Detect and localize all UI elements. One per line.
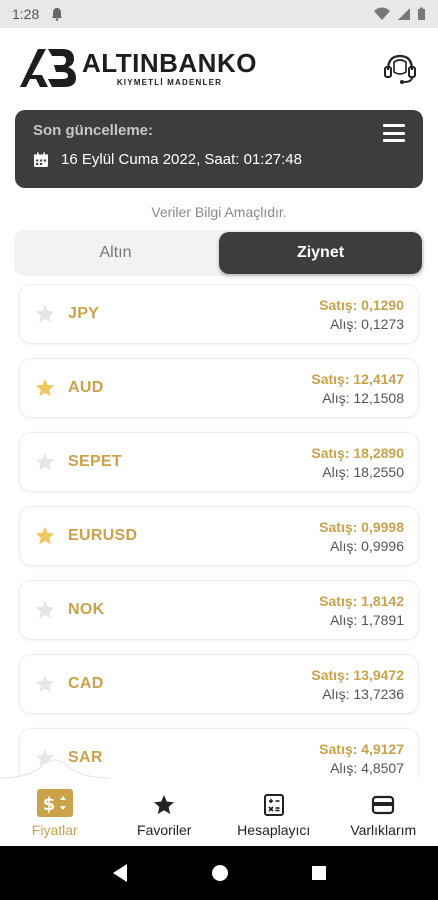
back-icon[interactable] xyxy=(111,863,129,883)
home-icon[interactable] xyxy=(211,864,229,882)
currency-code: JPY xyxy=(68,305,100,322)
sell-price: Satış: 0,1290 xyxy=(319,296,404,313)
currency-code: EURUSD xyxy=(68,527,138,544)
nav-varliklarim[interactable]: Varlıklarım xyxy=(329,778,438,846)
list-item[interactable]: CAD Satış: 13,9472 Alış: 13,7236 xyxy=(19,654,419,714)
signal-icon xyxy=(398,8,410,20)
hamburger-menu-icon[interactable] xyxy=(383,124,405,142)
category-tabs: Altın Ziynet xyxy=(14,230,424,276)
svg-text:$: $ xyxy=(42,794,55,815)
list-item[interactable]: EURUSD Satış: 0,9998 Alış: 0,9996 xyxy=(19,506,419,566)
dollar-tag-icon: $ xyxy=(36,789,73,817)
price-list: JPY Satış: 0,1290 Alış: 0,1273 AUD Satış… xyxy=(0,284,438,784)
last-update-datetime: 16 Eylül Cuma 2022, Saat: 01:27:48 xyxy=(61,151,302,168)
currency-code: CAD xyxy=(68,675,104,692)
last-update-card: Son güncelleme: 16 Eylül Cuma 2022, Saat… xyxy=(15,110,423,188)
currency-code: SEPET xyxy=(68,453,122,470)
buy-price: Alış: 1,7891 xyxy=(330,611,404,628)
system-navigation-bar xyxy=(0,846,438,900)
status-bar: 1:28 xyxy=(0,0,438,28)
tab-ziynet[interactable]: Ziynet xyxy=(219,232,422,274)
sell-price: Satış: 4,9127 xyxy=(319,740,404,757)
calendar-icon xyxy=(34,152,48,167)
brand-tagline: KIYMETLİ MADENLER xyxy=(116,77,223,87)
list-item[interactable]: AUD Satış: 12,4147 Alış: 12,1508 xyxy=(19,358,419,418)
star-icon[interactable] xyxy=(34,303,56,325)
currency-code: NOK xyxy=(68,601,105,618)
list-item[interactable]: JPY Satış: 0,1290 Alış: 0,1273 xyxy=(19,284,419,344)
buy-price: Alış: 0,1273 xyxy=(330,315,404,332)
nav-label: Fiyatlar xyxy=(31,822,78,838)
star-icon xyxy=(154,795,175,814)
sell-price: Satış: 13,9472 xyxy=(311,666,404,683)
nav-favoriler[interactable]: Favoriler xyxy=(110,778,220,846)
buy-price: Alış: 12,1508 xyxy=(322,389,404,406)
wallet-icon xyxy=(372,795,395,815)
list-item[interactable]: NOK Satış: 1,8142 Alış: 1,7891 xyxy=(19,580,419,640)
star-icon[interactable] xyxy=(34,451,56,473)
support-headset-icon[interactable] xyxy=(380,48,420,88)
star-icon[interactable] xyxy=(34,599,56,621)
sell-price: Satış: 12,4147 xyxy=(311,370,404,387)
star-icon[interactable] xyxy=(34,673,56,695)
list-item[interactable]: SEPET Satış: 18,2890 Alış: 18,2550 xyxy=(19,432,419,492)
bottom-navigation: $ Fiyatlar Favoriler Hesaplayıcı Varlıkl… xyxy=(0,759,438,846)
brand-name: ALTINBANKO xyxy=(82,47,257,78)
status-time: 1:28 xyxy=(12,6,40,22)
nav-label: Varlıklarım xyxy=(350,822,417,838)
notification-bell-icon xyxy=(52,8,63,21)
nav-hesaplayici[interactable]: Hesaplayıcı xyxy=(219,778,329,846)
info-disclaimer: Veriler Bilgi Amaçlıdır. xyxy=(151,204,287,220)
buy-price: Alış: 4,8507 xyxy=(330,759,404,776)
last-update-title: Son güncelleme: xyxy=(33,122,154,139)
sell-price: Satış: 18,2890 xyxy=(311,444,404,461)
battery-icon xyxy=(418,7,425,20)
star-icon[interactable] xyxy=(34,377,56,399)
sell-price: Satış: 1,8142 xyxy=(319,592,404,609)
sell-price: Satış: 0,9998 xyxy=(319,518,404,535)
buy-price: Alış: 18,2550 xyxy=(322,463,404,480)
recents-icon[interactable] xyxy=(311,865,327,881)
nav-fiyatlar[interactable]: $ Fiyatlar xyxy=(0,778,110,846)
currency-code: AUD xyxy=(68,379,104,396)
buy-price: Alış: 13,7236 xyxy=(322,685,404,702)
calculator-icon xyxy=(263,794,284,816)
nav-label: Favoriler xyxy=(137,822,192,838)
nav-label: Hesaplayıcı xyxy=(237,822,311,838)
tab-altin[interactable]: Altın xyxy=(14,230,217,276)
app-header: ALTINBANKO KIYMETLİ MADENLER xyxy=(0,28,438,108)
brand-logo: ALTINBANKO KIYMETLİ MADENLER xyxy=(18,45,257,91)
brand-mark-icon xyxy=(20,49,76,87)
star-icon[interactable] xyxy=(34,525,56,547)
buy-price: Alış: 0,9996 xyxy=(330,537,404,554)
wifi-icon xyxy=(374,7,390,20)
